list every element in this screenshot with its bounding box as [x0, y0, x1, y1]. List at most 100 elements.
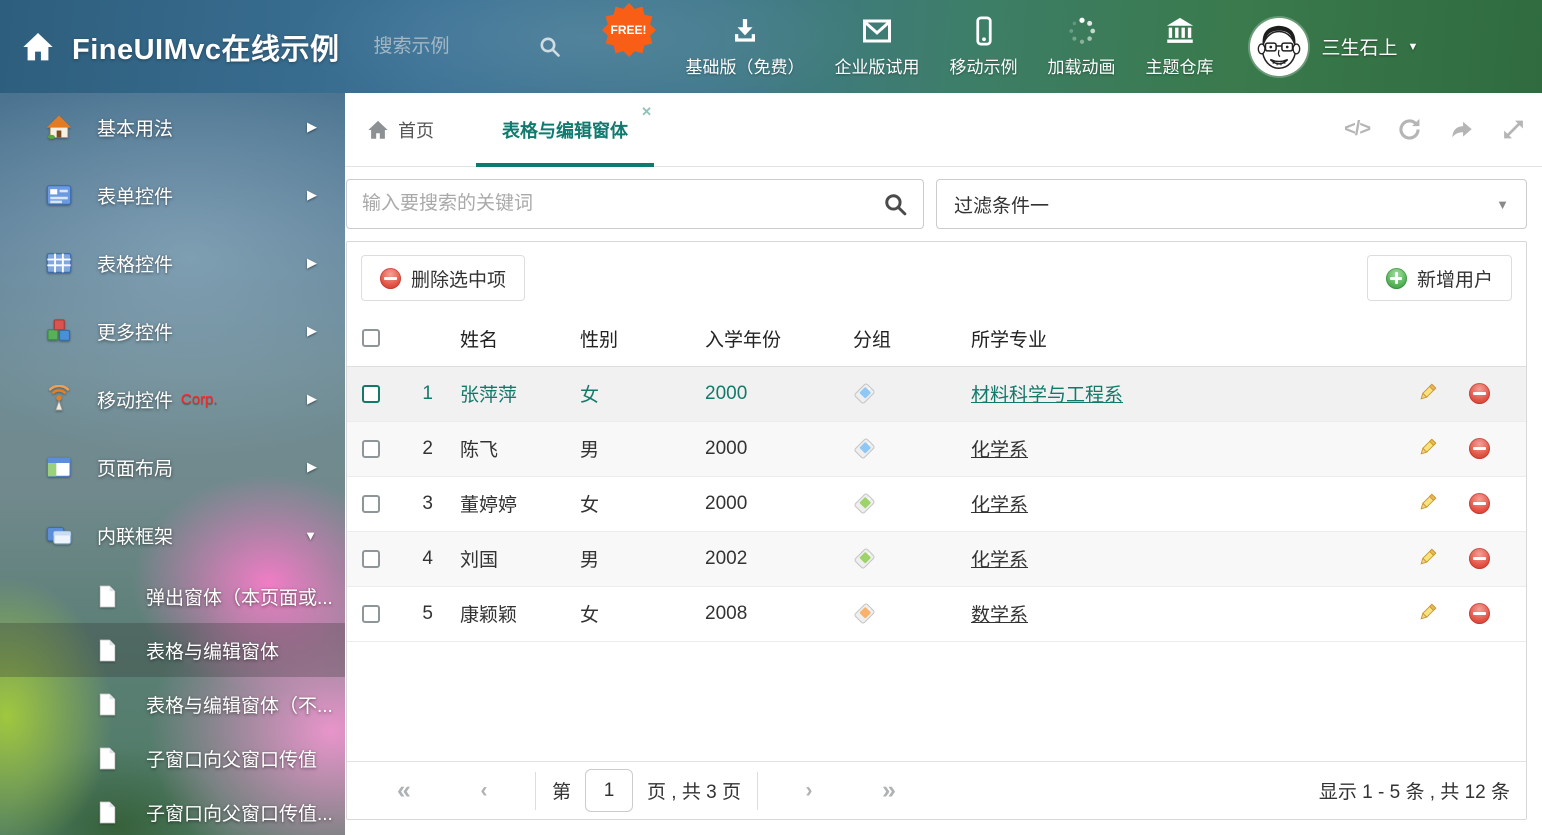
delete-row-icon[interactable]: [1469, 603, 1490, 624]
tab-grid-edit-window[interactable]: 表格与编辑窗体 ✕: [476, 93, 654, 167]
chevron-right-icon: ▶: [307, 119, 317, 135]
frames-icon: [45, 521, 73, 549]
file-icon: [95, 800, 120, 825]
divider: [757, 772, 758, 810]
sidebar-item-basic-usage[interactable]: 基本用法 ▶: [0, 93, 345, 161]
delete-row-icon[interactable]: [1469, 438, 1490, 459]
delete-row-icon[interactable]: [1469, 383, 1490, 404]
fullscreen-icon[interactable]: [1501, 117, 1526, 142]
cell-year: 2000: [705, 476, 853, 531]
edit-icon[interactable]: [1416, 492, 1438, 514]
cell-year: 2000: [705, 366, 853, 421]
delete-row-icon[interactable]: [1469, 493, 1490, 514]
header-search-input[interactable]: [374, 36, 524, 58]
sidebar-item-label: 基本用法: [97, 114, 173, 141]
table-row[interactable]: 3 董婷婷 女 2000 化学系: [347, 476, 1526, 531]
cell-year: 2002: [705, 531, 853, 586]
close-icon[interactable]: ✕: [641, 104, 652, 120]
corp-badge: Corp.: [181, 391, 218, 408]
tag-icon: [853, 382, 876, 405]
edit-icon[interactable]: [1416, 437, 1438, 459]
nav-mobile-demos[interactable]: 移动示例: [950, 16, 1018, 78]
major-link[interactable]: 化学系: [971, 440, 1028, 461]
sidebar-item-more-controls[interactable]: 更多控件 ▶: [0, 297, 345, 365]
search-icon[interactable]: [538, 35, 562, 59]
add-user-button[interactable]: 新增用户: [1367, 255, 1512, 301]
edit-icon[interactable]: [1416, 382, 1438, 404]
grid-panel: 删除选中项 新增用户 姓名 性别 入学年份 分组 所学专业: [346, 241, 1527, 820]
sidebar-item-form-controls[interactable]: 表单控件 ▶: [0, 161, 345, 229]
search-icon[interactable]: [883, 192, 908, 217]
sidebar-item-mobile-controls[interactable]: 移动控件 Corp. ▶: [0, 365, 345, 433]
free-badge-label: FREE!: [602, 3, 656, 57]
delete-row-icon[interactable]: [1469, 548, 1490, 569]
select-all-checkbox[interactable]: [362, 329, 380, 347]
cell-name: 刘国: [460, 531, 580, 586]
edit-icon[interactable]: [1416, 547, 1438, 569]
tab-label: 表格与编辑窗体: [502, 117, 628, 143]
tab-bar: 首页 表格与编辑窗体 ✕ </>: [345, 93, 1542, 167]
cell-gender: 男: [580, 421, 705, 476]
pagination-bar: « ‹ 第 页 , 共 3 页 › » 显示 1 - 5 条 , 共 12 条: [347, 761, 1526, 819]
share-icon[interactable]: [1449, 117, 1474, 142]
delete-selected-button[interactable]: 删除选中项: [361, 255, 525, 301]
major-link[interactable]: 材料科学与工程系: [971, 385, 1123, 406]
row-checkbox[interactable]: [362, 440, 380, 458]
record-summary: 显示 1 - 5 条 , 共 12 条: [1319, 777, 1510, 804]
nav-label: 基础版（免费）: [686, 53, 805, 78]
nav-theme-repository[interactable]: 主题仓库: [1146, 16, 1214, 78]
home-icon[interactable]: [22, 31, 54, 63]
next-page-button[interactable]: ›: [770, 779, 848, 803]
download-icon: [730, 16, 760, 46]
nav-label: 加载动画: [1048, 53, 1116, 78]
nav-enterprise-trial[interactable]: 企业版试用: [835, 16, 920, 78]
keyword-search-input[interactable]: [362, 193, 883, 215]
sidebar-subitem-child-to-parent[interactable]: 子窗口向父窗口传值: [0, 731, 345, 785]
sidebar-subitem-child-to-parent-2[interactable]: 子窗口向父窗口传值...: [0, 785, 345, 835]
tag-icon: [853, 547, 876, 570]
row-checkbox[interactable]: [362, 495, 380, 513]
sidebar-item-label: 内联框架: [97, 522, 173, 549]
table-row[interactable]: 5 康颖颖 女 2008 数学系: [347, 586, 1526, 641]
sidebar-subitem-grid-edit-window-2[interactable]: 表格与编辑窗体（不...: [0, 677, 345, 731]
nav-loading-animations[interactable]: 加载动画: [1048, 16, 1116, 78]
table-row[interactable]: 2 陈飞 男 2000 化学系: [347, 421, 1526, 476]
sidebar-item-iframe[interactable]: 内联框架 ▼: [0, 501, 345, 569]
tab-home[interactable]: 首页: [361, 117, 440, 143]
row-checkbox[interactable]: [362, 550, 380, 568]
major-link[interactable]: 数学系: [971, 605, 1028, 626]
view-source-icon[interactable]: </>: [1344, 118, 1370, 141]
table-row[interactable]: 1 张萍萍 女 2000 材料科学与工程系: [347, 366, 1526, 421]
sidebar-subitem-popup-window[interactable]: 弹出窗体（本页面或...: [0, 569, 345, 623]
col-gender: 性别: [580, 311, 705, 366]
prev-page-button[interactable]: ‹: [445, 779, 523, 803]
sidebar-subitem-grid-edit-window[interactable]: 表格与编辑窗体: [0, 623, 345, 677]
user-menu[interactable]: 三生石上 ▼: [1322, 33, 1419, 60]
first-page-button[interactable]: «: [363, 776, 445, 805]
filter-dropdown[interactable]: 过滤条件一 ▼: [936, 179, 1527, 229]
filter-dropdown-value: 过滤条件一: [954, 191, 1049, 218]
mobile-phone-icon: [969, 16, 999, 46]
main-content: 首页 表格与编辑窗体 ✕ </> 过滤条件一 ▼: [345, 93, 1542, 835]
major-link[interactable]: 化学系: [971, 550, 1028, 571]
last-page-button[interactable]: »: [848, 776, 930, 805]
col-major: 所学专业: [971, 311, 1406, 366]
cubes-icon: [45, 317, 73, 345]
sidebar-item-page-layout[interactable]: 页面布局 ▶: [0, 433, 345, 501]
col-name: 姓名: [460, 311, 580, 366]
bank-icon: [1165, 16, 1195, 46]
file-icon: [95, 638, 120, 663]
refresh-icon[interactable]: [1397, 117, 1422, 142]
row-checkbox[interactable]: [362, 605, 380, 623]
row-checkbox[interactable]: [362, 385, 380, 403]
nav-basic-free[interactable]: 基础版（免费）: [686, 16, 805, 78]
cell-gender: 男: [580, 531, 705, 586]
edit-icon[interactable]: [1416, 602, 1438, 624]
app-header: FineUIMvc在线示例 FREE! 基础版（免费） 企业版试用 移动示例: [0, 0, 1542, 93]
sidebar-item-grid-controls[interactable]: 表格控件 ▶: [0, 229, 345, 297]
page-input[interactable]: [585, 769, 633, 812]
table-row[interactable]: 4 刘国 男 2002 化学系: [347, 531, 1526, 586]
user-avatar[interactable]: [1250, 18, 1308, 76]
header-search: [374, 35, 562, 59]
major-link[interactable]: 化学系: [971, 495, 1028, 516]
